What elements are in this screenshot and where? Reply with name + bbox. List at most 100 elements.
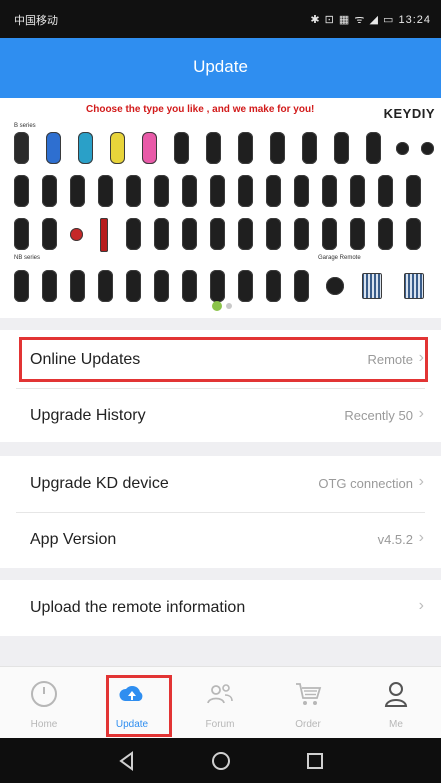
highlight-box — [19, 337, 428, 382]
remote-key-image — [174, 132, 189, 164]
tab-me[interactable]: Me — [352, 667, 440, 739]
status-bar: 中国移动 ✱ ⊡ ▦ ᯤ ◢ ▭ 13:24 — [0, 0, 441, 38]
remote-key-image — [154, 270, 169, 302]
device-options-group: Upgrade KD device OTG connection › App V… — [0, 456, 441, 568]
upgrade-kd-device-value: OTG connection — [318, 476, 413, 491]
remote-key-image — [126, 175, 141, 207]
remote-key-image — [238, 132, 253, 164]
remote-key-image — [182, 270, 197, 302]
chevron-right-icon: › — [418, 597, 424, 614]
remote-qr-image — [404, 273, 424, 299]
remote-key-row — [12, 175, 437, 215]
system-nav-bar — [0, 738, 441, 783]
upgrade-history-value: Recently 50 — [344, 408, 413, 423]
banner-tagline: Choose the type you like , and we make f… — [86, 104, 315, 115]
banner-caption: B series — [14, 123, 36, 129]
remote-key-image — [126, 270, 141, 302]
remote-key-image — [14, 218, 29, 250]
remote-key-image — [302, 132, 317, 164]
tab-label: Order — [295, 719, 321, 730]
carousel-indicator — [212, 301, 222, 311]
remote-key-image — [238, 218, 253, 250]
remote-key-image — [421, 142, 434, 155]
recents-square-icon[interactable] — [302, 748, 328, 774]
remote-key-image — [110, 132, 125, 164]
remote-qr-image — [362, 273, 382, 299]
tab-order[interactable]: Order — [264, 667, 352, 739]
app-bar: Update — [0, 38, 441, 98]
remote-key-image — [142, 132, 157, 164]
remote-catalog-banner[interactable]: Choose the type you like , and we make f… — [0, 98, 441, 318]
brand-logo: KEYDIY — [383, 106, 435, 121]
tab-home[interactable]: Home — [0, 667, 88, 739]
remote-key-image — [14, 175, 29, 207]
remote-key-image — [322, 218, 337, 250]
remote-key-image — [14, 270, 29, 302]
remote-key-image — [210, 270, 225, 302]
remote-key-image — [126, 218, 141, 250]
remote-key-image — [46, 132, 61, 164]
page-title: Update — [193, 57, 248, 76]
remote-key-image — [78, 132, 93, 164]
remote-key-image — [350, 175, 365, 207]
remote-key-image — [98, 175, 113, 207]
remote-key-image — [206, 132, 221, 164]
remote-key-image — [350, 218, 365, 250]
remote-key-image — [210, 218, 225, 250]
tab-forum[interactable]: Forum — [176, 667, 264, 739]
remote-key-image — [294, 175, 309, 207]
chevron-right-icon: › — [418, 405, 424, 422]
remote-key-image — [366, 132, 381, 164]
remote-key-image — [406, 218, 421, 250]
people-icon — [207, 684, 233, 704]
remote-key-row — [12, 132, 437, 172]
app-version-value: v4.5.2 — [377, 532, 413, 547]
remote-key-image — [100, 218, 108, 252]
remote-key-image — [182, 175, 197, 207]
remote-key-image — [98, 270, 113, 302]
remote-key-image — [238, 175, 253, 207]
remote-key-image — [334, 132, 349, 164]
chevron-right-icon: › — [418, 473, 424, 490]
tab-label: Me — [389, 719, 403, 730]
remote-key-row — [12, 270, 437, 310]
remote-key-image — [238, 270, 253, 302]
upload-remote-info-label: Upload the remote information — [30, 599, 246, 616]
remote-key-image — [42, 175, 57, 207]
upload-remote-info-row[interactable]: Upload the remote information › — [0, 580, 441, 636]
status-icons: ✱ ⊡ ▦ ᯤ ◢ ▭ — [310, 14, 395, 26]
remote-key-row — [12, 218, 437, 258]
remote-key-image — [70, 270, 85, 302]
remote-key-image — [266, 175, 281, 207]
gauge-icon — [31, 681, 57, 707]
upgrade-history-row[interactable]: Upgrade History Recently 50 › — [0, 388, 441, 444]
remote-key-image — [154, 218, 169, 250]
remote-key-image — [294, 218, 309, 250]
remote-key-image — [406, 175, 421, 207]
remote-key-image — [326, 277, 344, 295]
app-version-row[interactable]: App Version v4.5.2 › — [0, 512, 441, 568]
remote-key-image — [378, 175, 393, 207]
home-circle-icon[interactable] — [208, 748, 234, 774]
clock: 13:24 — [398, 14, 431, 26]
highlight-box — [106, 675, 172, 737]
carrier-label: 中国移动 — [14, 15, 58, 27]
tab-label: Forum — [205, 719, 235, 730]
remote-key-image — [266, 270, 281, 302]
person-icon — [384, 682, 408, 707]
upload-group: Upload the remote information › — [0, 580, 441, 636]
remote-key-image — [42, 270, 57, 302]
upgrade-history-label: Upgrade History — [30, 407, 146, 424]
back-triangle-icon[interactable] — [114, 748, 140, 774]
app-version-label: App Version — [30, 531, 117, 548]
upgrade-kd-device-row[interactable]: Upgrade KD device OTG connection › — [0, 456, 441, 512]
remote-key-image — [154, 175, 169, 207]
remote-key-image — [270, 132, 285, 164]
remote-key-image — [210, 175, 225, 207]
remote-key-image — [378, 218, 393, 250]
carousel-indicator — [226, 303, 232, 309]
remote-key-image — [396, 142, 409, 155]
remote-key-image — [294, 270, 309, 302]
cart-icon — [296, 683, 322, 705]
remote-key-image — [70, 228, 83, 241]
